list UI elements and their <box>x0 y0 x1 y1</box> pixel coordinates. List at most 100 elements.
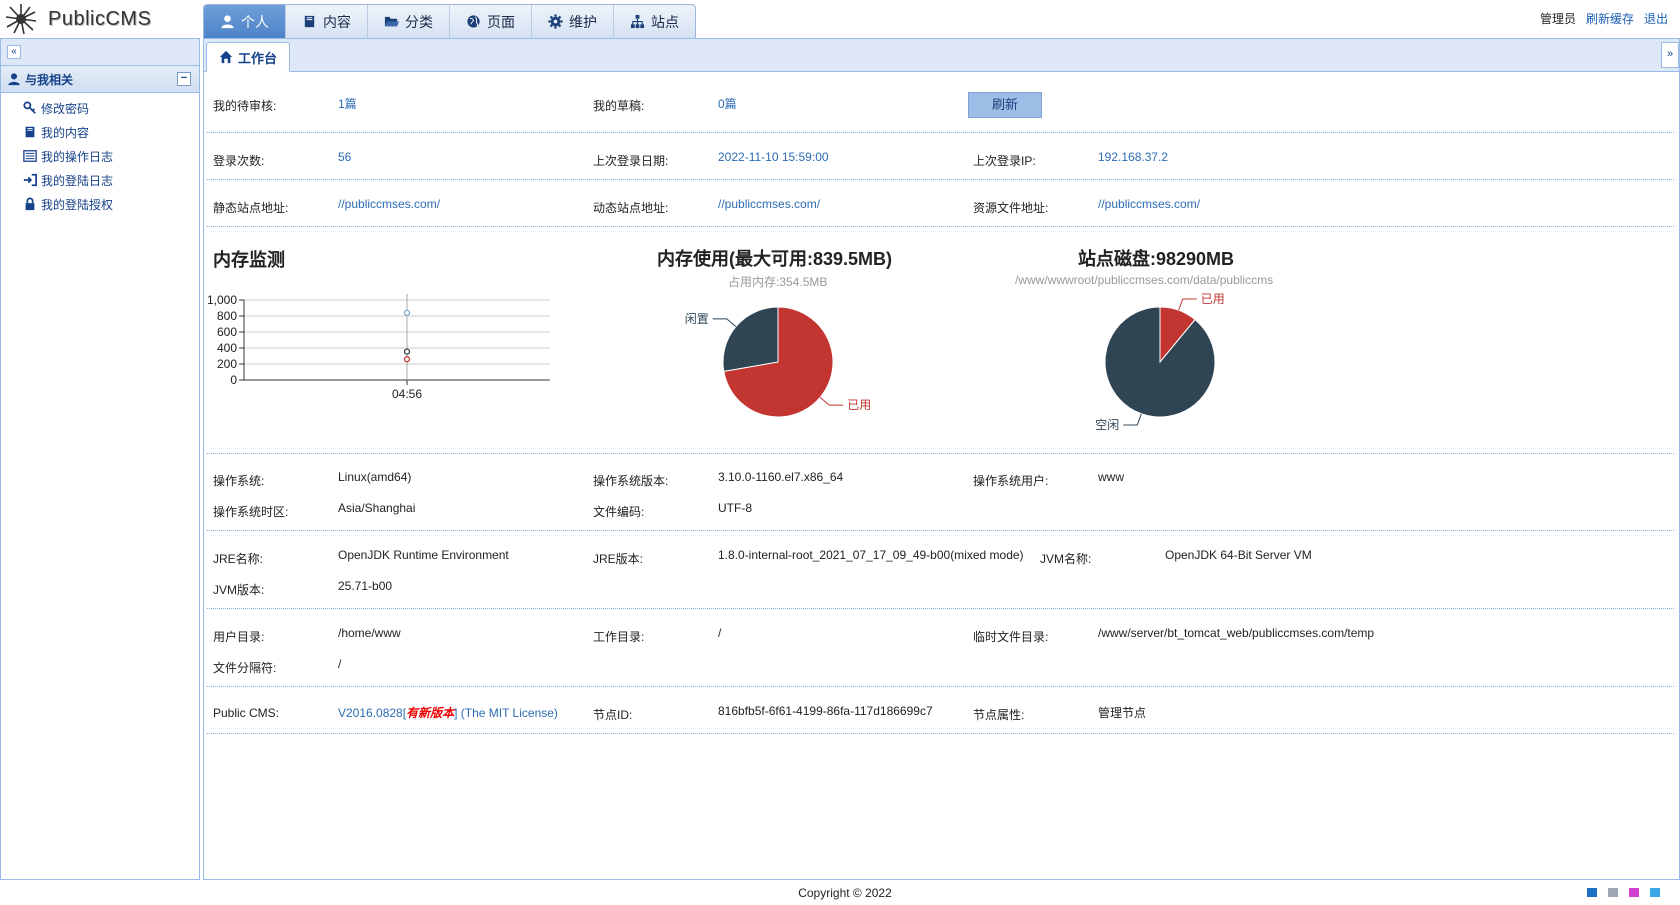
new-version-link[interactable]: 有新版本 <box>406 706 454 720</box>
cms-version-link[interactable]: V2016.0828 <box>338 706 403 720</box>
content-tabbar: 工作台 » <box>204 39 1679 72</box>
refresh-button[interactable]: 刷新 <box>968 92 1042 118</box>
jvm-version-label: JVM版本: <box>213 583 265 597</box>
globe-icon <box>467 15 480 28</box>
pie-label: 已用 <box>847 398 871 412</box>
copyright: Copyright © 2022 <box>798 886 892 900</box>
last-login-ip-label: 上次登录IP: <box>973 154 1036 168</box>
cms-version: V2016.0828[有新版本] (The MIT License) <box>338 706 558 720</box>
file-separator-label: 文件分隔符: <box>213 661 277 675</box>
resource-link[interactable]: //publiccmses.com/ <box>1098 197 1200 211</box>
nav-tab-personal[interactable]: 个人 <box>204 5 286 38</box>
nav-tab-label: 站点 <box>651 13 679 30</box>
license-link[interactable]: The MIT License <box>465 706 554 720</box>
file-separator-value: / <box>338 657 342 671</box>
theme-lightblue-swatch[interactable] <box>1650 888 1660 897</box>
pie-label-line <box>712 318 737 327</box>
header: PublicCMS 个人 内容 分类 页面 维护 站点 管理员 刷新缓存 退出 <box>0 0 1680 38</box>
y-tick-label: 400 <box>217 341 237 355</box>
os-timezone-label: 操作系统时区: <box>213 505 289 519</box>
nav-tab-maintenance[interactable]: 维护 <box>532 5 614 38</box>
theme-blue-swatch[interactable] <box>1587 888 1597 897</box>
theme-gray-swatch[interactable] <box>1608 888 1618 897</box>
sidebar-item-login-auth[interactable]: 我的登陆授权 <box>23 192 199 216</box>
sidebar-item-login-log[interactable]: 我的登陆日志 <box>23 168 199 192</box>
login-row <box>207 133 1674 180</box>
dirs-row <box>207 609 1674 687</box>
os-version-value: 3.10.0-1160.el7.x86_64 <box>718 470 844 484</box>
jvm-version-value: 25.71-b00 <box>338 579 393 593</box>
nav-tab-label: 分类 <box>405 13 433 30</box>
os-user-value: www <box>1098 470 1124 484</box>
pie-label: 闲置 <box>685 312 709 326</box>
jre-name-label: JRE名称: <box>213 552 264 566</box>
memory-monitor-chart: 1,000 800 600 400 200 0 04:56 <box>207 293 550 401</box>
tab-label: 工作台 <box>238 50 278 66</box>
file-encoding-label: 文件编码: <box>593 505 645 519</box>
theme-purple-swatch[interactable] <box>1629 888 1639 897</box>
temp-dir-value: /www/server/bt_tomcat_web/publiccmses.co… <box>1098 626 1375 640</box>
nav-tab-site[interactable]: 站点 <box>614 5 695 38</box>
sidebar-section-header[interactable]: 与我相关 − <box>1 66 199 93</box>
last-login-ip-value: 192.168.37.2 <box>1098 150 1169 164</box>
footer: Copyright © 2022 <box>0 880 1680 905</box>
user-icon <box>221 15 234 29</box>
nav-tab-category[interactable]: 分类 <box>368 5 450 38</box>
nav-tab-content[interactable]: 内容 <box>286 5 368 38</box>
work-dir-label: 工作目录: <box>593 630 645 644</box>
current-user: 管理员 <box>1539 12 1576 26</box>
nav-tab-label: 页面 <box>487 13 515 30</box>
home-icon <box>219 50 233 64</box>
data-point <box>403 309 411 316</box>
y-tick-label: 800 <box>217 309 237 323</box>
pie-label: 已用 <box>1201 292 1225 306</box>
draft-value[interactable]: 0篇 <box>718 95 737 112</box>
resource-label: 资源文件地址: <box>973 201 1049 215</box>
pending-label: 我的待审核: <box>213 99 277 113</box>
tab-menu-icon[interactable]: » <box>1661 42 1679 68</box>
jre-version-value: 1.8.0-internal-root_2021_07_17_09_49-b00… <box>718 548 1024 562</box>
nav-tab-label: 维护 <box>569 13 597 30</box>
static-site-link[interactable]: //publiccmses.com/ <box>338 197 440 211</box>
static-site-label: 静态站点地址: <box>213 201 289 215</box>
cms-label: Public CMS: <box>213 706 280 720</box>
sidebar-item-operation-log[interactable]: 我的操作日志 <box>23 144 199 168</box>
sidebar-item-my-content[interactable]: 我的内容 <box>23 120 199 144</box>
sidebar-item-change-password[interactable]: 修改密码 <box>23 96 199 120</box>
sidebar-toolbar: « <box>1 39 199 66</box>
draft-label: 我的草稿: <box>593 99 645 113</box>
dynamic-site-label: 动态站点地址: <box>593 201 669 215</box>
sidebar-item-label: 我的操作日志 <box>41 149 114 164</box>
y-tick-label: 0 <box>230 373 237 387</box>
main-nav: 个人 内容 分类 页面 维护 站点 <box>203 4 696 38</box>
memory-usage-title: 内存使用(最大可用:839.5MB) <box>657 249 893 269</box>
dynamic-site-link[interactable]: //publiccmses.com/ <box>718 197 820 211</box>
pending-value[interactable]: 1篇 <box>338 95 357 112</box>
pie-label: 空闲 <box>1095 418 1119 432</box>
tab-workbench[interactable]: 工作台 <box>206 42 291 72</box>
logo[interactable]: PublicCMS <box>4 2 164 36</box>
data-point <box>403 348 411 355</box>
collapse-sidebar-icon[interactable]: « <box>7 45 21 59</box>
os-version-label: 操作系统版本: <box>593 474 669 488</box>
jre-name-value: OpenJDK Runtime Environment <box>338 548 509 562</box>
pending-row <box>207 72 1674 133</box>
logout-link[interactable]: 退出 <box>1644 10 1668 27</box>
header-right: 管理员 刷新缓存 退出 <box>1540 10 1668 27</box>
gear-icon <box>548 14 563 29</box>
sidebar-item-label: 修改密码 <box>41 101 90 116</box>
refresh-cache-link[interactable]: 刷新缓存 <box>1586 10 1634 27</box>
nav-tab-page[interactable]: 页面 <box>450 5 532 38</box>
key-icon <box>23 101 36 114</box>
y-tick-label: 200 <box>217 357 237 371</box>
collapse-section-icon[interactable]: − <box>177 72 191 86</box>
disk-usage-pie: 已用空闲 <box>1095 292 1225 432</box>
sidebar-item-label: 我的登陆日志 <box>41 173 114 188</box>
os-user-label: 操作系统用户: <box>973 474 1049 488</box>
user-dir-value: /home/www <box>338 626 401 640</box>
theme-switcher <box>1587 888 1660 897</box>
memory-monitor-title: 内存监测 <box>213 250 285 270</box>
os-value: Linux(amd64) <box>338 470 412 484</box>
user-icon <box>8 73 20 86</box>
temp-dir-label: 临时文件目录: <box>973 630 1049 644</box>
